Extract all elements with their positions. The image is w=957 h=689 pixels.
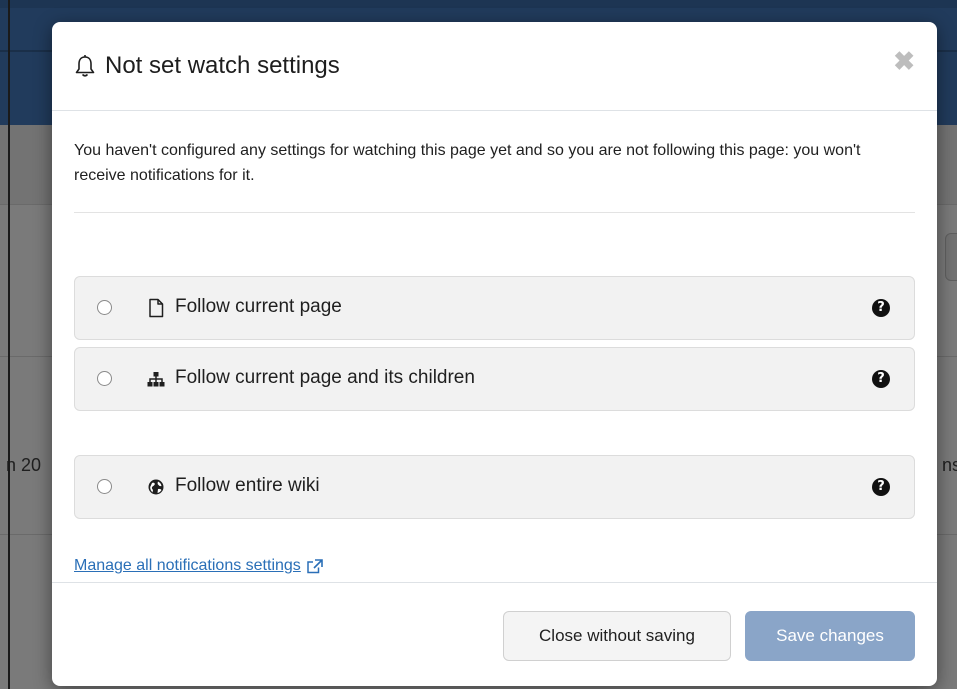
option-follow-page[interactable]: Follow current page ? xyxy=(74,276,915,340)
bell-icon xyxy=(75,55,95,77)
file-icon xyxy=(149,298,164,318)
intro-text: You haven't configured any settings for … xyxy=(74,142,861,184)
modal-header: Not set watch settings ✖ xyxy=(52,22,937,111)
background-button xyxy=(945,233,957,281)
modal-title: Not set watch settings xyxy=(74,52,340,80)
question-circle-icon[interactable]: ? xyxy=(872,370,890,388)
modal-footer: Close without saving Save changes xyxy=(52,582,937,686)
watch-settings-modal: Not set watch settings ✖ You haven't con… xyxy=(52,22,937,686)
radio-follow-page[interactable] xyxy=(97,300,112,315)
radio-follow-wiki[interactable] xyxy=(97,479,112,494)
option-follow-wiki[interactable]: Follow entire wiki ? xyxy=(74,455,915,519)
save-changes-button[interactable]: Save changes xyxy=(745,611,915,661)
radio-follow-children[interactable] xyxy=(97,371,112,386)
question-circle-icon[interactable]: ? xyxy=(872,478,890,496)
divider xyxy=(74,212,915,213)
modal-title-text: Not set watch settings xyxy=(105,52,340,79)
external-link-icon xyxy=(307,558,323,573)
question-circle-icon[interactable]: ? xyxy=(872,299,890,317)
close-icon[interactable]: ✖ xyxy=(893,48,915,74)
option-follow-children[interactable]: Follow current page and its children ? xyxy=(74,347,915,411)
window-edge xyxy=(8,0,10,689)
option-label: Follow entire wiki xyxy=(175,475,320,496)
option-label: Follow current page xyxy=(175,296,342,317)
close-without-saving-button[interactable]: Close without saving xyxy=(503,611,731,661)
modal-body: You haven't configured any settings for … xyxy=(74,111,915,574)
globe-icon xyxy=(148,479,164,495)
manage-link-label: Manage all notifications settings xyxy=(74,557,301,574)
manage-notifications-link[interactable]: Manage all notifications settings xyxy=(74,557,323,575)
background-text: ns xyxy=(942,455,957,475)
background-text: n 20 xyxy=(6,455,42,475)
option-label: Follow current page and its children xyxy=(175,367,475,388)
sitemap-icon xyxy=(147,372,165,387)
